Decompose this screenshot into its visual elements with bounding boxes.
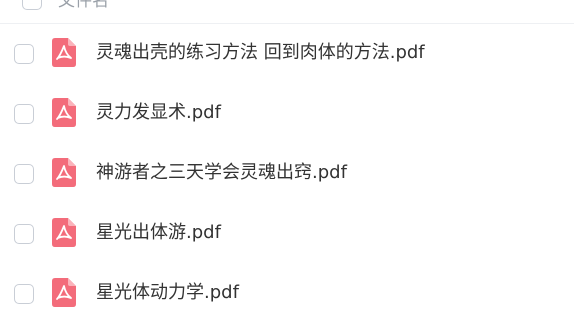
file-name[interactable]: 神游者之三天学会灵魂出窍.pdf	[96, 162, 347, 184]
file-row[interactable]: 灵力发显术.pdf	[0, 84, 574, 144]
file-list: 文件名 灵魂出壳的练习方法 回到肉体的方法.pdf 灵力发显术.pdf 神游者之…	[0, 0, 574, 331]
file-name[interactable]: 星光体动力学.pdf	[96, 282, 239, 304]
file-checkbox[interactable]	[14, 284, 34, 304]
file-row[interactable]: 神游者之三天学会灵魂出窍.pdf	[0, 144, 574, 204]
pdf-icon	[52, 218, 76, 247]
file-row[interactable]: 星光体动力学.pdf	[0, 264, 574, 324]
column-header-filename[interactable]: 文件名	[58, 0, 109, 10]
file-name[interactable]: 灵力发显术.pdf	[96, 102, 221, 124]
file-name[interactable]: 星光出体游.pdf	[96, 222, 221, 244]
pdf-icon	[52, 158, 76, 187]
file-checkbox[interactable]	[14, 44, 34, 64]
file-list-header: 文件名	[0, 0, 574, 24]
file-row[interactable]: 灵魂出壳的练习方法 回到肉体的方法.pdf	[0, 24, 574, 84]
pdf-icon	[52, 278, 76, 307]
select-all-checkbox[interactable]	[22, 0, 42, 10]
file-checkbox[interactable]	[14, 104, 34, 124]
pdf-icon	[52, 38, 76, 67]
pdf-icon	[52, 98, 76, 127]
file-row[interactable]: 星光出体游.pdf	[0, 204, 574, 264]
file-checkbox[interactable]	[14, 224, 34, 244]
file-checkbox[interactable]	[14, 164, 34, 184]
file-name[interactable]: 灵魂出壳的练习方法 回到肉体的方法.pdf	[96, 42, 425, 64]
